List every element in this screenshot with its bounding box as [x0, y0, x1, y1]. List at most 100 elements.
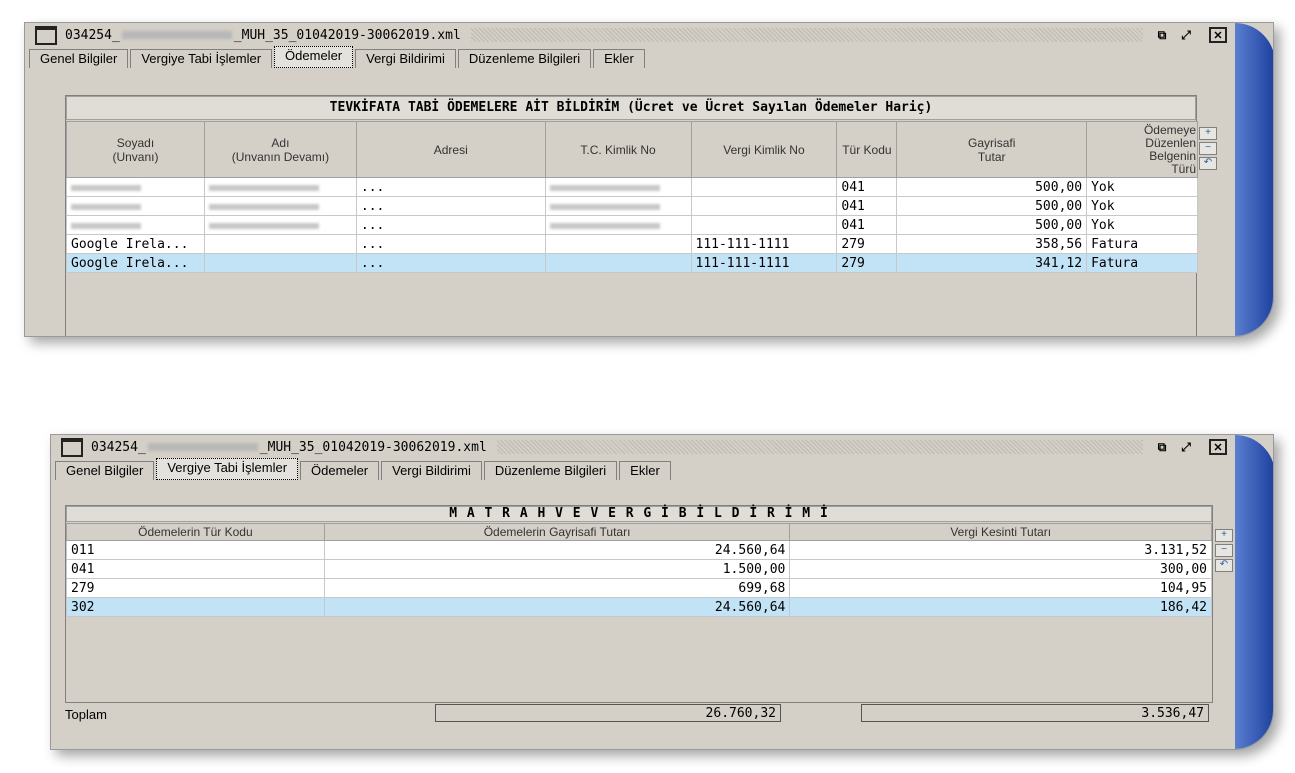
- table-row-selected[interactable]: 302 24.560,64 186,42: [66, 597, 1212, 617]
- cell-vkn: [690, 177, 838, 197]
- cell-belge: Fatura: [1086, 234, 1198, 254]
- table-row[interactable]: ... 041 500,00 Yok: [66, 215, 1198, 235]
- redacted-text: [121, 31, 232, 39]
- col-vergi-kimlik-no[interactable]: Vergi Kimlik No: [690, 121, 838, 178]
- matrah-panel: M A T R A H V E V E R G İ B İ L D İ R İ …: [65, 505, 1213, 703]
- cell-tutar: 341,12: [896, 253, 1088, 273]
- redacted-text: [147, 443, 258, 451]
- cell-tutar: 500,00: [896, 215, 1088, 235]
- document-icon: [35, 25, 57, 45]
- table-row[interactable]: Google Irela... ... 111-111-1111 279 358…: [66, 234, 1198, 254]
- col-tc-kimlik-no[interactable]: T.C. Kimlik No: [544, 121, 692, 178]
- restore-icon[interactable]: ⧉: [1153, 28, 1171, 43]
- row-actions: + − ↶: [1215, 529, 1233, 574]
- table-row[interactable]: ... 041 500,00 Yok: [66, 177, 1198, 197]
- close-icon[interactable]: ✕: [1209, 439, 1227, 455]
- cell-tc: [544, 177, 692, 197]
- cell-tc: [544, 215, 692, 235]
- cell-belge: Yok: [1086, 196, 1198, 216]
- cell-kod: 279: [66, 578, 325, 598]
- tab-vergi-bildirimi[interactable]: Vergi Bildirimi: [355, 49, 456, 68]
- cell-belge: Yok: [1086, 215, 1198, 235]
- col-soyadi[interactable]: Soyadı (Unvanı): [66, 121, 205, 178]
- col-adresi[interactable]: Adresi: [355, 121, 546, 178]
- cell-adres[interactable]: ...: [355, 253, 546, 273]
- tab-ekler[interactable]: Ekler: [593, 49, 645, 68]
- cell-soyadi: [66, 177, 205, 197]
- cell-adres[interactable]: ...: [355, 177, 546, 197]
- cell-gayrisafi: 1.500,00: [323, 559, 791, 579]
- cell-kod: 302: [66, 597, 325, 617]
- cell-vkn: 111-111-1111: [690, 234, 838, 254]
- col-vergi-kesinti[interactable]: Vergi Kesinti Tutarı: [789, 523, 1212, 541]
- table-row[interactable]: ... 041 500,00 Yok: [66, 196, 1198, 216]
- cell-adres[interactable]: ...: [355, 215, 546, 235]
- window-frame-edge: [1235, 435, 1273, 749]
- col-gayrisafi-tutari[interactable]: Ödemelerin Gayrisafi Tutarı: [323, 523, 791, 541]
- total-kesinti: 3.536,47: [861, 704, 1209, 722]
- tab-bar: Genel Bilgiler Vergiye Tabi İşlemler Öde…: [29, 46, 647, 69]
- add-row-icon[interactable]: +: [1199, 127, 1217, 140]
- redacted-text: [208, 222, 319, 229]
- redacted-text: [549, 184, 660, 191]
- cell-tutar: 500,00: [896, 196, 1088, 216]
- tab-genel-bilgiler[interactable]: Genel Bilgiler: [55, 461, 155, 480]
- cell-adres[interactable]: ...: [355, 234, 546, 254]
- cell-adi: [203, 215, 357, 235]
- col-adi[interactable]: Adı (Unvanın Devamı): [203, 121, 357, 178]
- tab-odemeler[interactable]: Ödemeler: [300, 461, 380, 480]
- maximize-icon[interactable]: ⤢: [1177, 440, 1195, 455]
- table-row[interactable]: 279 699,68 104,95: [66, 578, 1212, 598]
- add-row-icon[interactable]: +: [1215, 529, 1233, 542]
- title-bar: 034254_ _MUH_35_01042019-30062019.xml ⧉ ⤢…: [25, 23, 1233, 47]
- restore-icon[interactable]: ⧉: [1153, 440, 1171, 455]
- cell-tur-kodu: 041: [836, 177, 898, 197]
- table-row-selected[interactable]: Google Irela... ... 111-111-1111 279 341…: [66, 253, 1198, 273]
- col-tur-kodu[interactable]: Ödemelerin Tür Kodu: [66, 523, 325, 541]
- tab-vergiye-tabi-islemler[interactable]: Vergiye Tabi İşlemler: [156, 458, 299, 480]
- total-gayrisafi: 26.760,32: [435, 704, 781, 722]
- col-belge-turu[interactable]: Ödemeye Düzenlen Belgenin Türü: [1086, 121, 1198, 178]
- cell-adi: [203, 234, 357, 254]
- cell-adres[interactable]: ...: [355, 196, 546, 216]
- cell-tc: [544, 253, 692, 273]
- cell-belge: Fatura: [1086, 253, 1198, 273]
- maximize-icon[interactable]: ⤢: [1177, 28, 1195, 43]
- tab-vergi-bildirimi[interactable]: Vergi Bildirimi: [381, 461, 482, 480]
- remove-row-icon[interactable]: −: [1199, 142, 1217, 155]
- document-icon: [61, 437, 83, 457]
- cell-kesinti: 186,42: [789, 597, 1212, 617]
- cell-tur-kodu: 041: [836, 196, 898, 216]
- cell-soyadi: [66, 196, 205, 216]
- col-gayrisafi-tutar[interactable]: Gayrisafi Tutar: [896, 121, 1088, 178]
- tab-vergiye-tabi-islemler[interactable]: Vergiye Tabi İşlemler: [130, 49, 273, 68]
- col-tur-kodu[interactable]: Tür Kodu: [836, 121, 898, 178]
- redacted-text: [71, 222, 141, 229]
- tab-ekler[interactable]: Ekler: [619, 461, 671, 480]
- cell-kesinti: 3.131,52: [789, 540, 1212, 560]
- window-title: 034254_ _MUH_35_01042019-30062019.xml: [65, 27, 461, 43]
- tab-odemeler[interactable]: Ödemeler: [274, 46, 354, 68]
- close-icon[interactable]: ✕: [1209, 27, 1227, 43]
- redacted-text: [549, 203, 660, 210]
- remove-row-icon[interactable]: −: [1215, 544, 1233, 557]
- title-bar-fill: [470, 28, 1143, 42]
- tab-duzenleme-bilgileri[interactable]: Düzenleme Bilgileri: [483, 461, 618, 480]
- table-row[interactable]: 011 24.560,64 3.131,52: [66, 540, 1212, 560]
- row-actions: + − ↶: [1199, 127, 1217, 172]
- cell-soyadi: Google Irela...: [66, 253, 205, 273]
- tab-genel-bilgiler[interactable]: Genel Bilgiler: [29, 49, 129, 68]
- tab-bar: Genel Bilgiler Vergiye Tabi İşlemler Öde…: [55, 458, 673, 481]
- undo-icon[interactable]: ↶: [1215, 559, 1233, 572]
- cell-tutar: 358,56: [896, 234, 1088, 254]
- grid-title: M A T R A H V E V E R G İ B İ L D İ R İ …: [66, 506, 1212, 522]
- table-row[interactable]: 041 1.500,00 300,00: [66, 559, 1212, 579]
- tab-duzenleme-bilgileri[interactable]: Düzenleme Bilgileri: [457, 49, 592, 68]
- window-frame-edge: [1235, 23, 1273, 336]
- cell-kod: 011: [66, 540, 325, 560]
- undo-icon[interactable]: ↶: [1199, 157, 1217, 170]
- cell-tur-kodu: 279: [836, 253, 898, 273]
- window-title: 034254_ _MUH_35_01042019-30062019.xml: [91, 439, 487, 455]
- cell-belge: Yok: [1086, 177, 1198, 197]
- redacted-text: [549, 222, 660, 229]
